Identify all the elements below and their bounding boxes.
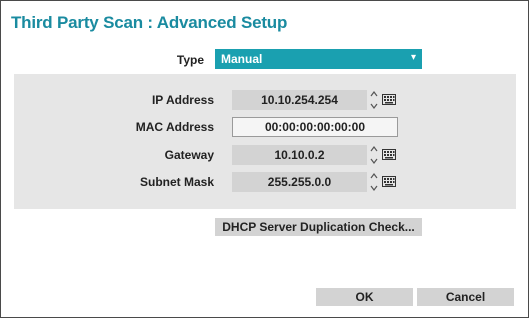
chevron-down-icon: ▾	[410, 52, 416, 63]
type-dropdown-value: Manual	[221, 52, 263, 66]
dialog-title: Third Party Scan : Advanced Setup	[11, 13, 288, 32]
ip-address-label: IP Address	[151, 93, 214, 107]
dhcp-duplication-check-button[interactable]: DHCP Server Duplication Check...	[215, 218, 422, 236]
keyboard-icon[interactable]	[382, 175, 396, 188]
type-label: Type	[176, 53, 204, 67]
ip-address-field[interactable]: 10.10.254.254	[232, 90, 367, 110]
gateway-field[interactable]: 10.10.0.2	[232, 145, 367, 165]
spin-down-icon[interactable]	[370, 103, 378, 109]
spin-up-icon[interactable]	[370, 146, 378, 152]
keyboard-icon[interactable]	[382, 148, 396, 161]
advanced-setup-dialog: Third Party Scan : Advanced Setup Type M…	[0, 0, 529, 318]
mac-address-row: MAC Address 00:00:00:00:00:00	[14, 117, 516, 137]
spin-up-icon[interactable]	[370, 173, 378, 179]
subnet-mask-row: Subnet Mask 255.255.0.0	[14, 172, 516, 192]
ok-button[interactable]: OK	[316, 288, 413, 306]
cancel-button[interactable]: Cancel	[417, 288, 514, 306]
ip-address-row: IP Address 10.10.254.254	[14, 90, 516, 110]
gateway-spinner[interactable]	[370, 146, 378, 164]
spin-down-icon[interactable]	[370, 158, 378, 164]
keyboard-icon[interactable]	[382, 93, 396, 106]
subnet-mask-spinner[interactable]	[370, 173, 378, 191]
type-dropdown[interactable]: Manual ▾	[215, 49, 422, 69]
gateway-row: Gateway 10.10.0.2	[14, 145, 516, 165]
mac-address-field[interactable]: 00:00:00:00:00:00	[232, 117, 398, 137]
subnet-mask-label: Subnet Mask	[139, 175, 214, 189]
gateway-label: Gateway	[164, 148, 214, 162]
mac-address-label: MAC Address	[135, 120, 214, 134]
subnet-mask-field[interactable]: 255.255.0.0	[232, 172, 367, 192]
network-settings-panel: IP Address 10.10.254.254 MAC Address 00:…	[14, 74, 516, 209]
spin-down-icon[interactable]	[370, 185, 378, 191]
spin-up-icon[interactable]	[370, 91, 378, 97]
ip-address-spinner[interactable]	[370, 91, 378, 109]
